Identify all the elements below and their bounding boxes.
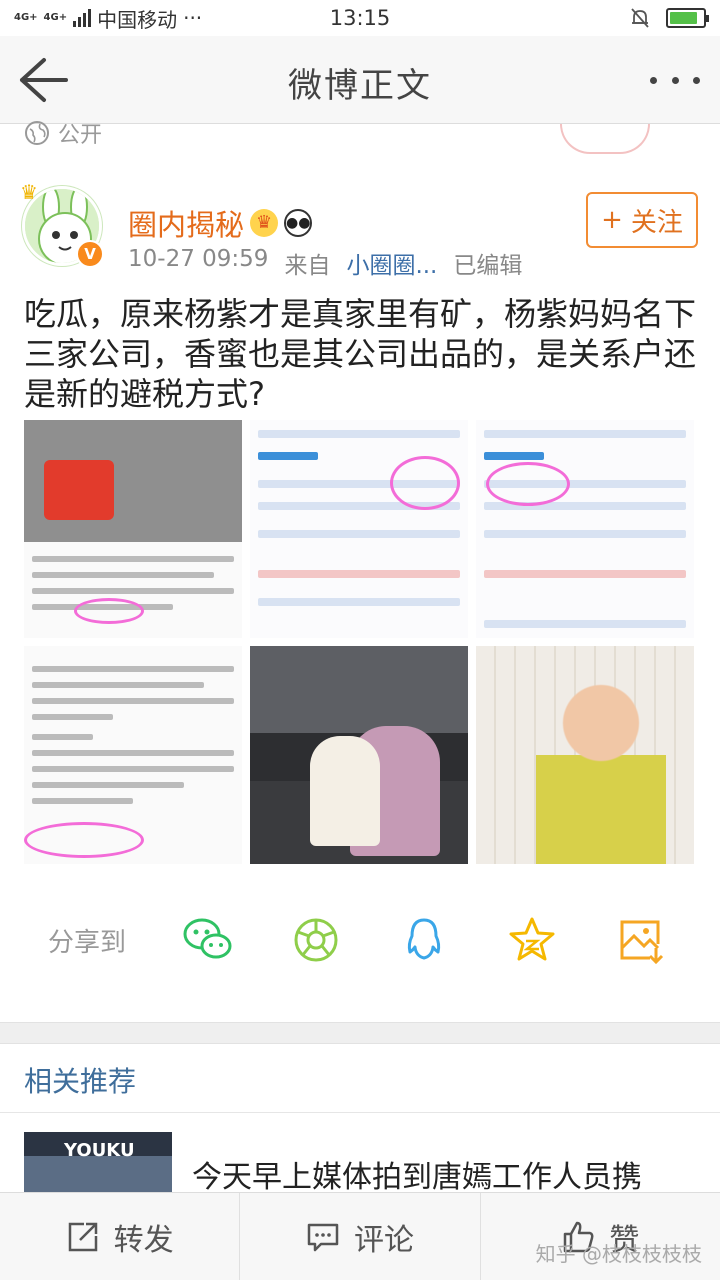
comment-label: 评论 xyxy=(353,1222,414,1258)
carrier-label: 中国移动 xyxy=(97,7,178,32)
status-bar: 4G+ 4G+ 中国移动 ··· 13:15 xyxy=(0,0,720,36)
visibility-row: 公开 xyxy=(24,118,102,148)
related-thumb-text: YOUKU xyxy=(64,1140,135,1161)
verified-badge: V xyxy=(76,240,104,268)
qzone-star-icon[interactable] xyxy=(506,914,558,966)
plus-icon: + xyxy=(601,205,623,235)
network-type: 4G+ xyxy=(14,12,38,23)
post-text: 吃瓜，原来杨紫才是真家里有矿，杨紫妈妈名下三家公司，香蜜也是其公司出品的，是关系… xyxy=(24,295,697,413)
nav-bar: 微博正文 xyxy=(0,36,720,124)
follow-button[interactable]: + 关注 xyxy=(586,192,698,248)
more-dots-icon[interactable] xyxy=(650,66,700,94)
repost-icon xyxy=(68,1222,97,1251)
battery-fill xyxy=(670,12,698,24)
post-date: 10-27 09:59 xyxy=(128,246,269,272)
moments-icon[interactable] xyxy=(290,914,342,966)
signal-icon xyxy=(73,9,92,27)
share-row: 分享到 xyxy=(0,900,720,984)
author-name-row[interactable]: 圈内揭秘 ♛ ●● xyxy=(128,202,313,244)
post-image-4[interactable] xyxy=(24,646,242,864)
panda-badge-icon: ●● xyxy=(284,209,313,237)
status-left: 4G+ 4G+ 中国移动 ··· xyxy=(14,4,628,33)
stamp-decoration xyxy=(560,124,650,154)
related-item-title[interactable]: 今天早上媒体拍到唐嫣工作人员携 xyxy=(192,1152,702,1192)
edited-label: 已编辑 xyxy=(453,253,523,279)
repost-button[interactable]: 转发 xyxy=(0,1193,241,1280)
mute-bell-icon xyxy=(631,8,649,28)
related-item-thumbnail[interactable]: YOUKU xyxy=(24,1132,172,1192)
save-image-icon[interactable] xyxy=(614,914,666,966)
post-source[interactable]: 小圈圈... xyxy=(346,246,437,280)
post-image-3[interactable] xyxy=(476,420,694,638)
globe-icon xyxy=(25,121,49,145)
repost-label: 转发 xyxy=(113,1222,174,1258)
page-title: 微博正文 xyxy=(288,66,432,106)
post-image-1[interactable] xyxy=(24,420,242,638)
battery-icon xyxy=(666,8,709,28)
watermark: 知乎 @枝枝枝枝枝 xyxy=(535,1242,702,1266)
post-image-6[interactable] xyxy=(476,646,694,864)
visibility-label: 公开 xyxy=(58,123,103,148)
author-name[interactable]: 圈内揭秘 xyxy=(128,202,244,244)
post-from-label: 来自 xyxy=(284,253,331,279)
image-grid xyxy=(24,420,696,864)
network-type-2: 4G+ xyxy=(43,12,68,23)
post-image-2[interactable] xyxy=(250,420,468,638)
status-more: ··· xyxy=(183,6,203,30)
share-label: 分享到 xyxy=(48,928,127,958)
crown-icon: ♛ xyxy=(20,180,38,204)
follow-label: 关注 xyxy=(630,207,683,238)
status-right xyxy=(628,6,709,30)
qq-icon[interactable] xyxy=(398,914,450,966)
comment-button[interactable]: 评论 xyxy=(240,1193,481,1280)
author-header: ♛ V 圈内揭秘 ♛ ●● 10-27 09:59 来自 小圈圈... 已编辑 … xyxy=(20,180,698,279)
related-title: 相关推荐 xyxy=(24,1065,137,1098)
post-image-5[interactable] xyxy=(250,646,468,864)
comment-icon xyxy=(307,1223,339,1251)
post-meta: 10-27 09:59 来自 小圈圈... 已编辑 xyxy=(128,246,522,280)
section-divider xyxy=(0,1022,720,1044)
related-divider xyxy=(0,1112,720,1113)
gold-crown-badge-icon: ♛ xyxy=(250,209,279,237)
wechat-icon[interactable] xyxy=(182,914,234,966)
